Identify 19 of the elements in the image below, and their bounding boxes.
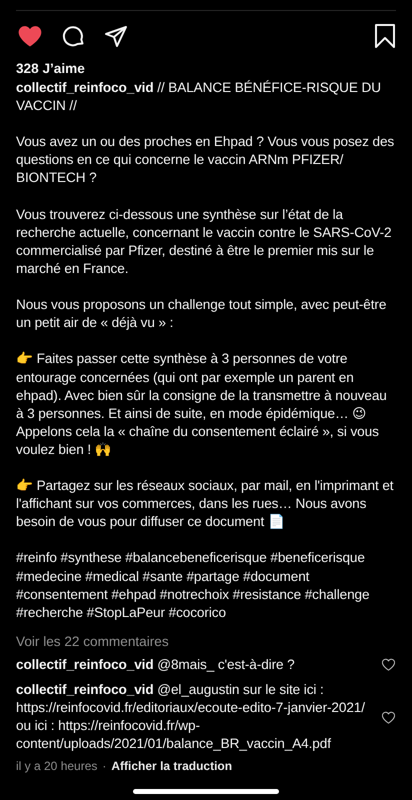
hashtags: #reinfo #synthese #balancebeneficerisque #beneficerisque #medecine #medical #sante #partage #document #consentement #ehpad #notrechoix #resistance #challenge #recherche #StopLaPeur #cocorico xyxy=(16,549,370,622)
send-icon[interactable] xyxy=(104,24,128,48)
comment-text: collectif_reinfoco_vid @el_augustin sur le site ici : https://reinfocovid.fr/editoriaux/ecoute-edito-7-janvier-2021/ ou ici : https://reinfocovid.fr/wp-content/uploads/2021/01/balance_BR_vaccin_A4.pdf xyxy=(16,681,366,754)
translate-link[interactable]: Afficher la traduction xyxy=(111,759,232,774)
heart-icon[interactable] xyxy=(381,710,396,725)
comment-icon[interactable] xyxy=(62,24,86,48)
heart-icon[interactable] xyxy=(381,657,396,672)
separator-dot: · xyxy=(102,759,106,774)
caption-paragraph: Vous trouverez ci-dessous une synthèse sur l’état de la recherche actuelle, concernant le vaccin contre le SARS-CoV-2 commercialisé par Pfizer, destiné à être le premier mis sur le marché en France. xyxy=(16,206,392,278)
caption-paragraph: Vous avez un ou des proches en Ehpad ? Vous vous posez des questions en ce qui concerne le vaccin ARNm PFIZER/ BIONTECH ? xyxy=(16,133,396,188)
comment-text: collectif_reinfoco_vid @8mais_ c'est-à-dire ? xyxy=(16,656,296,674)
caption-paragraph: 👉 Faites passer cette synthèse à 3 personnes de votre entourage concernées (qui ont par exemple un parent en ehpad). Avec bien sûr la consigne de la transmettre à nouveau à 3 personnes. Et ainsi de suite, en mode épidémique… 😉 Appelons cela la « chaîne du consentement éclairé », si vous voulez bien ! 🙌 xyxy=(16,350,388,459)
caption-title: collectif_reinfoco_vid // BALANCE BÉNÉFICE-RISQUE DU VACCIN // xyxy=(16,79,382,116)
view-comments-link[interactable]: Voir les 22 commentaires xyxy=(16,634,396,649)
bookmark-icon[interactable] xyxy=(374,24,396,48)
caption-paragraph: 👉 Partagez sur les réseaux sociaux, par mail, en l'imprimant et l'affichant sur vos commerces, dans les rues… Nous avons besoin de vous pour diffuser ce document 📄 xyxy=(16,477,394,532)
caption-paragraph: Nous vous proposons un challenge tout simple, avec peut-être un petit air de « déjà vu » : xyxy=(16,296,388,332)
timestamp: il y a 20 heures xyxy=(16,759,98,774)
like-count: 328 J’aime xyxy=(16,61,86,76)
